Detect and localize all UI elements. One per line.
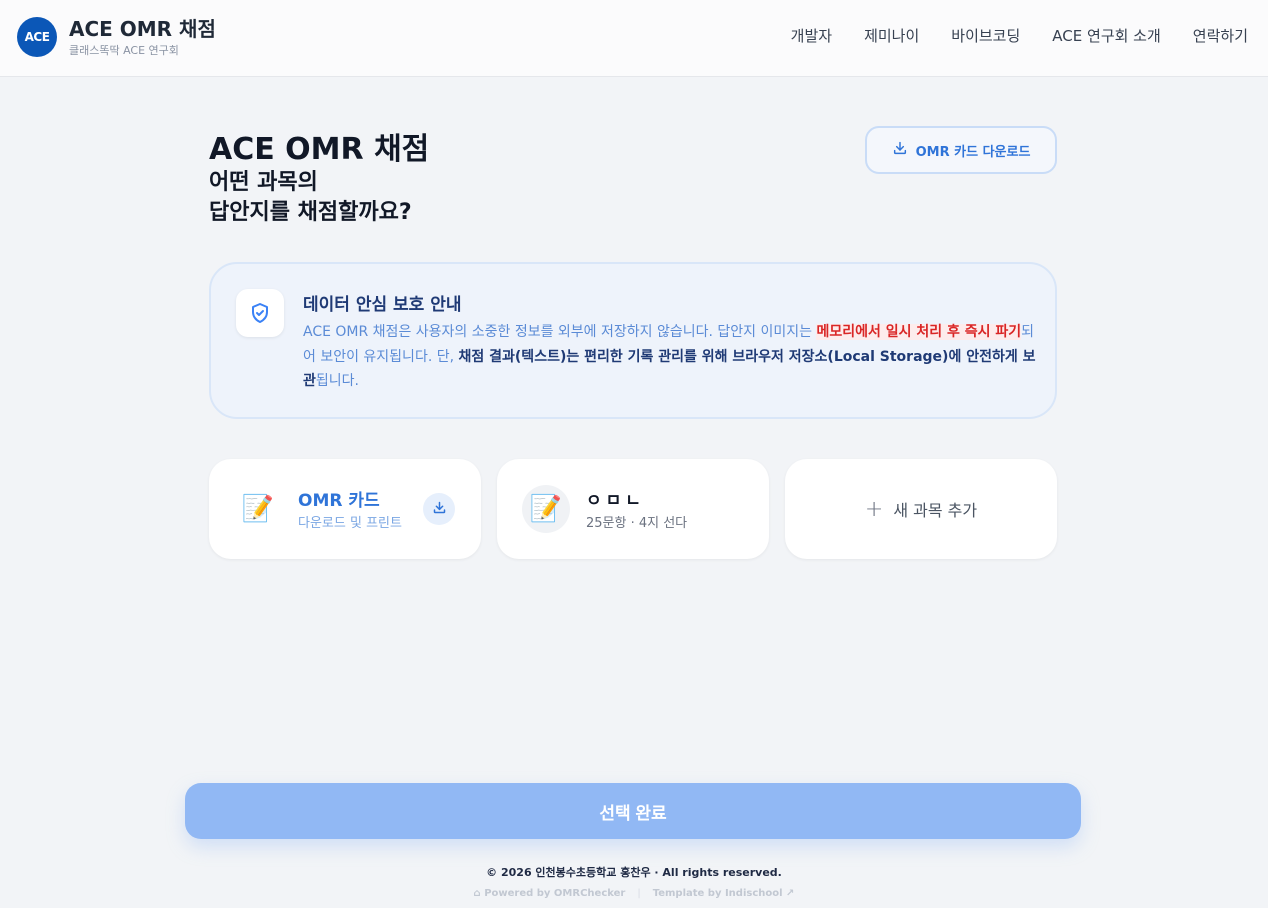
card-download-button[interactable] [423,493,455,525]
omr-download-label: OMR 카드 다운로드 [915,144,1031,160]
subject-card-item[interactable]: 📝 ㅇㅁㄴ 25문항 · 4지 선다 [497,459,769,559]
top-header: ACE ACE OMR 채점 클래스똑딱 ACE 연구회 개발자 제미나이 바이… [0,0,1268,77]
notice-body: ACE OMR 채점은 사용자의 소중한 정보를 외부에 저장하지 않습니다. … [303,320,1038,394]
main-nav: 개발자 제미나이 바이브코딩 ACE 연구회 소개 연락하기 [791,25,1248,46]
footer-links: ⌂ Powered by OMRChecker | Template by In… [0,888,1268,899]
footer-divider: | [637,888,641,899]
card-subtitle: 다운로드 및 프린트 [298,516,402,531]
download-icon [892,140,908,160]
brand-subtitle: 클래스똑딱 ACE 연구회 [69,44,179,57]
github-icon: ⌂ [473,888,481,899]
omr-card-item[interactable]: 📝 OMR 카드 다운로드 및 프린트 [209,459,481,559]
powered-by-link[interactable]: ⌂ Powered by OMRChecker [474,888,626,899]
omr-download-button[interactable]: OMR 카드 다운로드 [865,126,1057,174]
question-line-2: 답안지를 채점할까요? [209,200,412,225]
card-title: ㅇㅁㄴ [586,491,645,511]
add-subject-button[interactable]: + 새 과목 추가 [785,459,1057,559]
add-subject-label: 새 과목 추가 [893,501,978,520]
plus-icon: + [864,496,884,522]
notice-text-3: 됩니다. [315,373,359,389]
brand-title[interactable]: ACE OMR 채점 [69,13,216,42]
download-icon [432,500,447,519]
notice-highlight: 메모리에서 일시 처리 후 즉시 파기 [816,324,1022,340]
nav-contact[interactable]: 연락하기 [1193,25,1248,46]
footer-copyright: © 2026 인천봉수초등학교 홍찬우 · All rights reserve… [486,866,782,879]
nav-developer[interactable]: 개발자 [791,25,832,46]
complete-selection-button[interactable]: 선택 완료 [185,783,1081,839]
shield-check-icon [236,289,284,337]
powered-by-label: Powered by OMRChecker [484,888,626,899]
page-title: ACE OMR 채점 [209,132,430,167]
card-subtitle: 25문항 · 4지 선다 [586,516,688,531]
notice-title: 데이터 안심 보호 안내 [303,295,462,315]
card-title: OMR 카드 [298,491,380,511]
page-question: 어떤 과목의 답안지를 채점할까요? [209,168,412,228]
question-line-1: 어떤 과목의 [209,170,318,195]
ace-logo[interactable]: ACE [17,17,57,57]
external-link-icon: ↗ [786,888,795,899]
nav-ace-about[interactable]: ACE 연구회 소개 [1052,25,1161,46]
memo-icon: 📝 [522,485,570,533]
nav-vibe-coding[interactable]: 바이브코딩 [951,25,1020,46]
template-label: Template by Indischool [652,888,783,899]
notice-text-1: ACE OMR 채점은 사용자의 소중한 정보를 외부에 저장하지 않습니다. … [303,324,817,340]
memo-icon: 📝 [234,485,282,533]
template-link[interactable]: Template by Indischool ↗ [653,888,795,899]
nav-gemini[interactable]: 제미나이 [864,25,919,46]
data-protection-notice: 데이터 안심 보호 안내 ACE OMR 채점은 사용자의 소중한 정보를 외부… [209,262,1057,419]
